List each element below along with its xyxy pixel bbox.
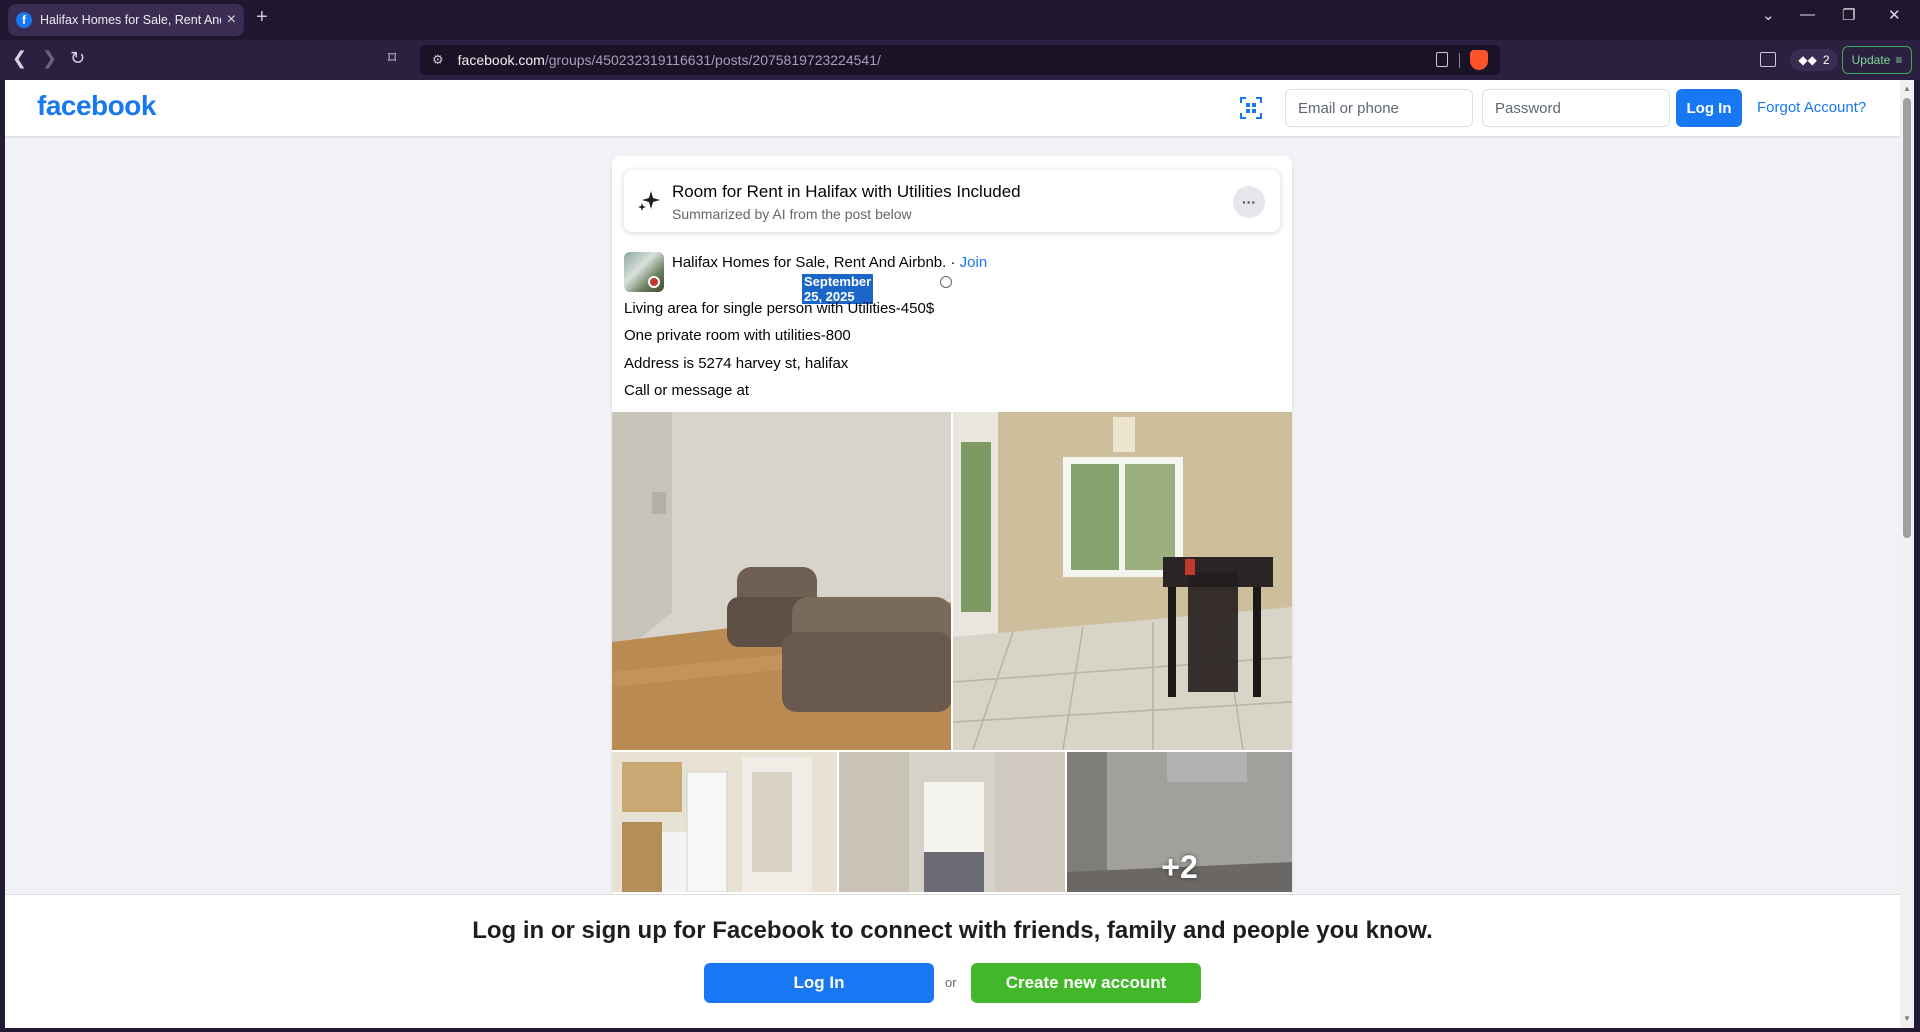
- facebook-favicon-icon: f: [16, 12, 32, 28]
- scroll-up-icon[interactable]: ▲: [1903, 84, 1911, 93]
- ai-summary-box: Room for Rent in Halifax with Utilities …: [624, 170, 1280, 232]
- email-field[interactable]: [1285, 89, 1473, 127]
- password-field[interactable]: [1482, 89, 1670, 127]
- back-icon[interactable]: ❮: [12, 48, 27, 69]
- reader-mode-icon[interactable]: [1436, 52, 1448, 67]
- more-options-button[interactable]: ···: [1233, 186, 1265, 218]
- facebook-logo[interactable]: facebook: [37, 90, 156, 122]
- address-bar[interactable]: ⚙ facebook.com /groups/450232319116631/p…: [420, 45, 1500, 75]
- bookmark-icon[interactable]: ⌑: [388, 48, 396, 68]
- restore-icon[interactable]: ❐: [1842, 6, 1855, 24]
- glasses-icon: ◆◆: [1798, 53, 1817, 67]
- wallet-button[interactable]: ◆◆ 2: [1790, 49, 1838, 71]
- url-host: facebook.com: [457, 52, 545, 68]
- update-label: Update: [1851, 53, 1891, 67]
- group-avatar[interactable]: [624, 252, 664, 292]
- menu-icon: ≡: [1895, 53, 1903, 67]
- post-header: Halifax Homes for Sale, Rent And Airbnb.…: [672, 254, 987, 271]
- join-link[interactable]: Join: [960, 254, 988, 271]
- login-prompt-text: Log in or sign up for Facebook to connec…: [472, 917, 1433, 944]
- close-tab-icon[interactable]: ×: [227, 11, 236, 29]
- window-close-icon[interactable]: ✕: [1888, 6, 1901, 24]
- browser-toolbar: ❮ ❯ ↻ ⌑ ⚙ facebook.com /groups/450232319…: [0, 40, 1920, 80]
- url-path: /groups/450232319116631/posts/2075819723…: [544, 52, 881, 68]
- forgot-account-link[interactable]: Forgot Account?: [1757, 99, 1866, 116]
- sidebar-toggle-icon[interactable]: [1760, 52, 1776, 67]
- scroll-down-icon[interactable]: ▼: [1903, 1014, 1911, 1023]
- forward-icon[interactable]: ❯: [42, 48, 57, 69]
- group-name-link[interactable]: Halifax Homes for Sale, Rent And Airbnb.: [672, 254, 946, 271]
- more-photos-count[interactable]: +2: [1067, 752, 1292, 892]
- photo-kitchen[interactable]: [612, 752, 837, 892]
- or-label: or: [945, 975, 957, 990]
- tab-search-icon[interactable]: ⌄: [1762, 6, 1775, 24]
- page-scrollbar[interactable]: ▲ ▼: [1900, 80, 1914, 1028]
- new-tab-icon[interactable]: +: [256, 6, 268, 29]
- separator: ·: [946, 254, 960, 271]
- tab-title: Halifax Homes for Sale, Rent And Airbnb: [40, 13, 221, 27]
- update-button[interactable]: Update ≡: [1842, 46, 1912, 74]
- post-body-line: Address is 5274 harvey st, halifax: [624, 355, 849, 372]
- divider: [1459, 53, 1460, 68]
- globe-icon: [940, 276, 952, 288]
- avatar-badge: [648, 276, 660, 288]
- post-body-line: Call or message at: [624, 382, 750, 399]
- photo-living-room[interactable]: [612, 412, 951, 750]
- header-login-button[interactable]: Log In: [1676, 89, 1742, 127]
- photo-room-more[interactable]: +2: [1067, 752, 1292, 892]
- minimize-icon[interactable]: —: [1800, 6, 1815, 23]
- banner-login-button[interactable]: Log In: [704, 963, 934, 1003]
- site-settings-icon[interactable]: ⚙: [432, 52, 444, 68]
- facebook-header: facebook Log In Forgot Account?: [5, 80, 1900, 136]
- browser-tab-bar: f Halifax Homes for Sale, Rent And Airbn…: [0, 0, 1920, 40]
- ai-sparkle-icon: [638, 191, 660, 211]
- reload-icon[interactable]: ↻: [70, 48, 85, 69]
- wallet-count: 2: [1822, 53, 1830, 67]
- scrollbar-thumb[interactable]: [1903, 98, 1911, 538]
- post-body-line: One private room with utilities-800: [624, 327, 851, 344]
- ai-summary-title: Room for Rent in Halifax with Utilities …: [672, 182, 1021, 201]
- post-body-line: Living area for single person with Utili…: [624, 300, 935, 317]
- login-prompt-banner: Log in or sign up for Facebook to connec…: [5, 894, 1900, 1028]
- facebook-page: facebook Log In Forgot Account? Room for…: [5, 80, 1900, 1028]
- photo-hallway[interactable]: [839, 752, 1065, 892]
- photo-dining-area[interactable]: [953, 412, 1292, 750]
- browser-tab[interactable]: f Halifax Homes for Sale, Rent And Airbn…: [8, 4, 244, 36]
- qr-scan-icon[interactable]: [1239, 96, 1263, 120]
- create-account-button[interactable]: Create new account: [971, 963, 1201, 1003]
- ai-summary-subtitle: Summarized by AI from the post below: [672, 206, 912, 222]
- brave-shields-icon[interactable]: [1470, 50, 1488, 70]
